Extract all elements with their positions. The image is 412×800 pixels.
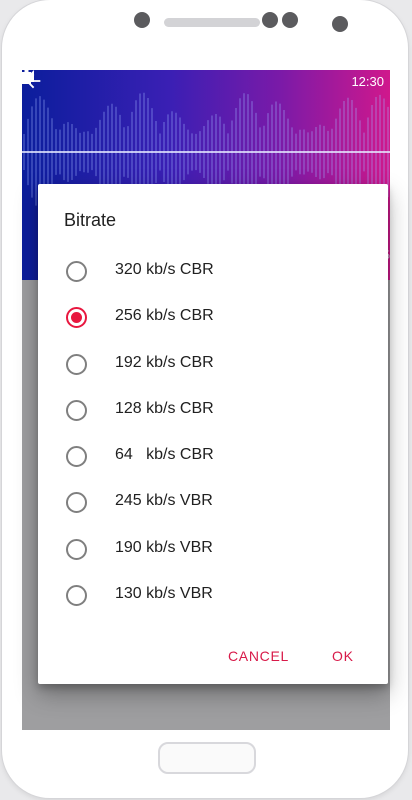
status-time: 12:30	[351, 74, 384, 89]
bitrate-option[interactable]: 192 kb/s CBR	[38, 341, 388, 387]
front-sensor-icon	[134, 12, 150, 28]
radio-button-unchecked[interactable]	[66, 585, 87, 607]
bitrate-option-label: 256 kb/s CBR	[115, 307, 214, 325]
bitrate-option-label: 64 kb/s CBR	[115, 446, 214, 464]
bitrate-option-label: 190 kb/s VBR	[115, 538, 213, 556]
ok-button[interactable]: OK	[332, 648, 354, 664]
radio-button-unchecked[interactable]	[66, 399, 87, 421]
proximity-sensor-icon	[332, 16, 348, 32]
bitrate-option[interactable]: 245 kb/s VBR	[38, 479, 388, 525]
bitrate-options-list: 320 kb/s CBR 256 kb/s CBR 192 kb/s CBR 1…	[38, 248, 388, 618]
front-camera-icon	[262, 12, 278, 28]
bitrate-option[interactable]: 190 kb/s VBR	[38, 526, 388, 572]
front-camera-icon	[282, 12, 298, 28]
speaker-grille	[164, 18, 260, 27]
bitrate-dialog: Bitrate 320 kb/s CBR 256 kb/s CBR 192 kb…	[38, 184, 388, 684]
bitrate-option[interactable]: 130 kb/s VBR	[38, 572, 388, 618]
bitrate-option-label: 320 kb/s CBR	[115, 261, 214, 278]
bitrate-option[interactable]: 256 kb/s CBR	[38, 294, 388, 340]
cancel-button[interactable]: CANCEL	[228, 648, 289, 664]
status-bar: 12:30	[22, 70, 390, 94]
radio-selected-dot	[71, 312, 82, 324]
arrow-back-icon[interactable]	[22, 70, 44, 92]
radio-button-unchecked[interactable]	[66, 538, 87, 560]
dialog-actions: CANCEL OK	[38, 644, 388, 674]
radio-button-unchecked[interactable]	[66, 492, 87, 514]
home-button[interactable]	[158, 742, 256, 774]
bitrate-option[interactable]: 320 kb/s CBR	[38, 248, 388, 294]
bitrate-option-label: 192 kb/s CBR	[115, 353, 214, 371]
dialog-title: Bitrate	[64, 210, 117, 230]
bitrate-option-label: 128 kb/s CBR	[115, 399, 214, 417]
bitrate-option-label: 130 kb/s VBR	[115, 585, 213, 603]
radio-button-unchecked[interactable]	[66, 261, 87, 282]
radio-button-unchecked[interactable]	[66, 353, 87, 375]
bitrate-option[interactable]: 64 kb/s CBR	[38, 433, 388, 479]
radio-button-unchecked[interactable]	[66, 446, 87, 468]
bitrate-option[interactable]: 128 kb/s CBR	[38, 387, 388, 433]
radio-button-checked[interactable]	[66, 307, 87, 329]
bitrate-option-label: 245 kb/s VBR	[115, 492, 213, 510]
